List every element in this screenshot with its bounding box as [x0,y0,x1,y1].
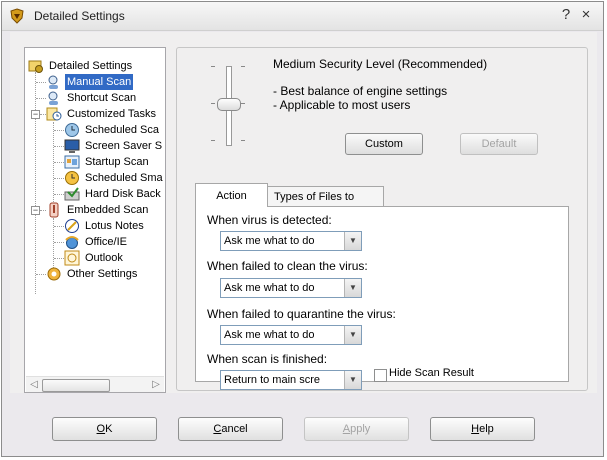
failed-quarantine-label: When failed to quarantine the virus: [207,307,396,321]
security-level-description: - Best balance of engine settings - Appl… [273,84,448,112]
chevron-down-icon[interactable]: ▼ [344,326,361,344]
globe-clock-icon [65,123,79,137]
tree-line [36,82,46,83]
virus-detected-select[interactable]: Ask me what to do ▼ [220,231,362,251]
smart-clock-icon [65,171,79,185]
tree-line [54,178,64,179]
close-button[interactable]: × [576,5,596,25]
apply-button[interactable]: Apply [304,417,409,441]
scroll-thumb[interactable] [42,379,110,392]
magnifier-user-icon [48,75,58,89]
hide-scan-result-checkbox[interactable] [374,369,387,382]
app-shield-icon [10,8,24,24]
collapse-toggle[interactable]: − [31,110,40,119]
collapse-toggle[interactable]: − [31,206,40,215]
content-area: − − Detailed Settings Manual Scan Shortc… [10,32,597,393]
action-tab-panel: When virus is detected: Ask me what to d… [195,206,569,390]
security-level-title: Medium Security Level (Recommended) [273,57,488,71]
virus-detected-label: When virus is detected: [207,213,332,227]
office-ie-icon [65,236,79,249]
scroll-left-icon[interactable]: ◁ [28,379,40,391]
tree-line [54,258,64,259]
tree-line [54,146,64,147]
security-level-thumb[interactable] [217,98,241,111]
slider-tick [241,140,245,141]
settings-window: Detailed Settings ? × − − Detailed Setti… [1,1,604,457]
scan-finished-select[interactable]: Return to main scre ▼ [220,370,362,390]
slider-tick [241,103,245,104]
tree-line [54,242,64,243]
cancel-button[interactable]: Cancel [178,417,283,441]
tab-container: Action Types of Files to Scan When virus… [195,183,569,390]
monitor-icon [64,139,80,153]
failed-clean-label: When failed to clean the virus: [207,259,368,273]
custom-button[interactable]: Custom [345,133,423,155]
title-bar[interactable]: Detailed Settings ? × [2,2,603,31]
lotus-notes-icon [65,219,79,233]
chevron-down-icon[interactable]: ▼ [344,371,361,389]
tree-line [53,122,54,208]
settings-panel: Medium Security Level (Recommended) - Be… [176,47,588,391]
tree-line [54,162,64,163]
help-button[interactable]: Help [430,417,535,441]
help-title-button[interactable]: ? [556,5,576,25]
tree-line [54,194,64,195]
tree-line [54,226,64,227]
ok-button[interactable]: OK [52,417,157,441]
tree-horizontal-scrollbar[interactable]: ◁ ▷ [26,376,164,392]
failed-quarantine-select[interactable]: Ask me what to do ▼ [220,325,362,345]
scan-finished-label: When scan is finished: [207,352,328,366]
slider-tick [241,66,245,67]
scroll-right-icon[interactable]: ▷ [150,379,162,391]
tab-types-of-files[interactable]: Types of Files to Scan [267,186,384,224]
tab-action[interactable]: Action [195,183,268,207]
window-title: Detailed Settings [34,9,125,23]
tree-line [35,72,36,294]
disk-check-icon [64,187,80,201]
tree-line [36,98,46,99]
slider-tick [211,103,215,104]
startup-window-icon [64,155,80,169]
chevron-down-icon[interactable]: ▼ [344,232,361,250]
settings-tree[interactable]: − − Detailed Settings Manual Scan Shortc… [24,47,166,393]
tasks-clock-icon [46,107,62,121]
tree-line [36,274,46,275]
embedded-plug-icon [49,202,59,218]
tree-line [54,130,64,131]
default-button[interactable]: Default [460,133,538,155]
outlook-clock-icon [64,250,80,266]
chevron-down-icon[interactable]: ▼ [344,279,361,297]
magnifier-user-icon [48,91,58,105]
failed-clean-select[interactable]: Ask me what to do ▼ [220,278,362,298]
slider-tick [211,140,215,141]
slider-tick [211,66,215,67]
settings-folder-icon [28,60,43,73]
gear-icon [47,267,61,281]
hide-scan-result-label: Hide Scan Result [389,367,474,379]
